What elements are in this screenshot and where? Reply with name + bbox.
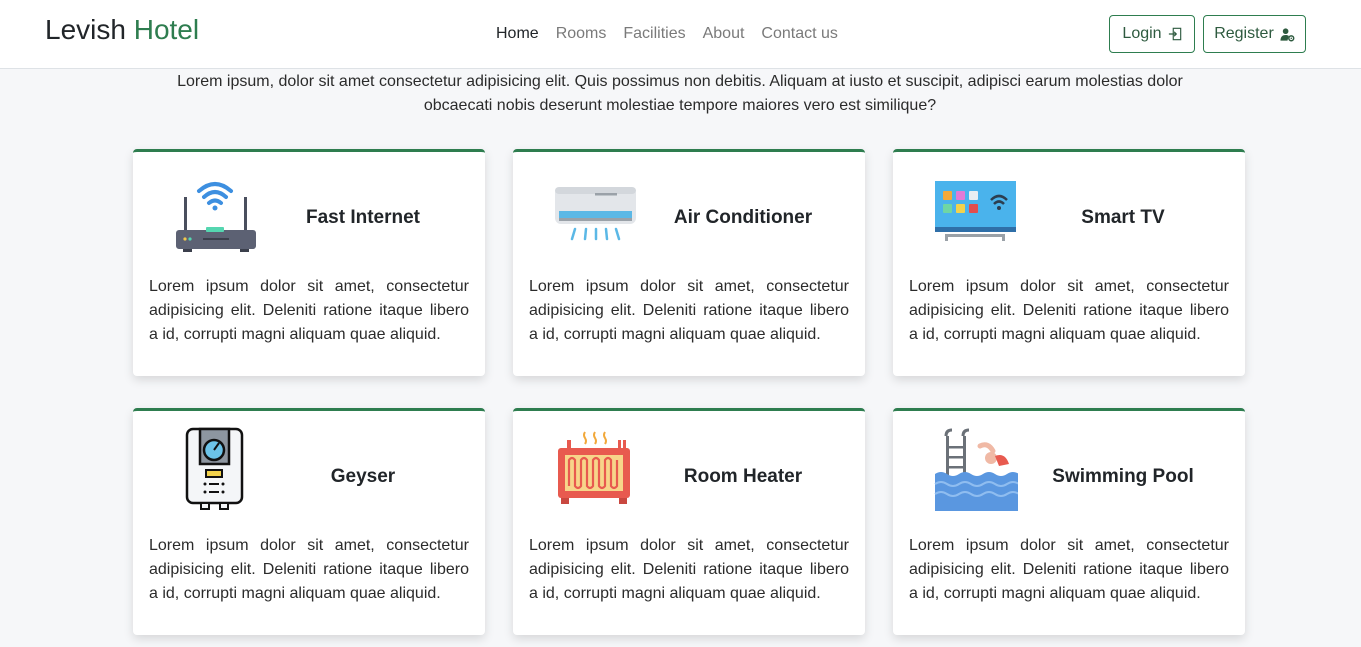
nav-home[interactable]: Home: [496, 25, 539, 43]
register-label: Register: [1214, 25, 1274, 42]
room-heater-icon: [558, 431, 630, 504]
facility-card-room-heater: Room Heater Lorem ipsum dolor sit amet, …: [513, 408, 865, 635]
facility-card-smart-tv: Smart TV Lorem ipsum dolor sit amet, con…: [893, 149, 1245, 376]
smart-tv-icon: [935, 181, 1016, 241]
nav-facilities[interactable]: Facilities: [623, 25, 685, 43]
facility-title: Geyser: [330, 466, 396, 487]
facility-description: Lorem ipsum dolor sit amet, consectetur …: [529, 537, 849, 602]
user-gear-icon: [1280, 27, 1295, 41]
geyser-icon: [185, 427, 244, 510]
login-button[interactable]: Login: [1109, 15, 1195, 53]
swimming-pool-icon: [934, 428, 1018, 511]
wifi-router-icon: [176, 182, 256, 252]
nav-rooms[interactable]: Rooms: [556, 25, 607, 43]
login-label: Login: [1122, 25, 1162, 42]
facility-card-air-conditioner: Air Conditioner Lorem ipsum dolor sit am…: [513, 149, 865, 376]
nav-contact[interactable]: Contact us: [761, 25, 837, 43]
facility-description: Lorem ipsum dolor sit amet, consectetur …: [909, 537, 1229, 602]
air-conditioner-icon: [555, 187, 636, 241]
facility-card-fast-internet: Fast Internet Lorem ipsum dolor sit amet…: [133, 149, 485, 376]
facility-title: Room Heater: [683, 466, 803, 487]
facility-description: Lorem ipsum dolor sit amet, consectetur …: [909, 278, 1229, 343]
facility-description: Lorem ipsum dolor sit amet, consectetur …: [149, 278, 469, 343]
navbar: Levish Hotel Home Rooms Facilities About…: [0, 0, 1361, 69]
facility-title: Fast Internet: [305, 207, 421, 228]
brand-logo[interactable]: Levish Hotel: [45, 14, 199, 46]
facility-card-swimming-pool: Swimming Pool Lorem ipsum dolor sit amet…: [893, 408, 1245, 635]
facility-title: Air Conditioner: [673, 207, 813, 228]
facility-card-geyser: Geyser Lorem ipsum dolor sit amet, conse…: [133, 408, 485, 635]
facility-description: Lorem ipsum dolor sit amet, consectetur …: [529, 278, 849, 343]
register-button[interactable]: Register: [1203, 15, 1306, 53]
brand-name: Levish: [45, 14, 126, 45]
login-icon: [1168, 27, 1181, 41]
nav-about[interactable]: About: [703, 25, 745, 43]
intro-text: Lorem ipsum, dolor sit amet consectetur …: [177, 73, 1183, 114]
facility-title: Swimming Pool: [1052, 466, 1194, 487]
brand-accent: Hotel: [133, 14, 200, 45]
nav-links: Home Rooms Facilities About Contact us: [496, 25, 838, 43]
facility-description: Lorem ipsum dolor sit amet, consectetur …: [149, 537, 469, 602]
facility-title: Smart TV: [1081, 207, 1165, 228]
